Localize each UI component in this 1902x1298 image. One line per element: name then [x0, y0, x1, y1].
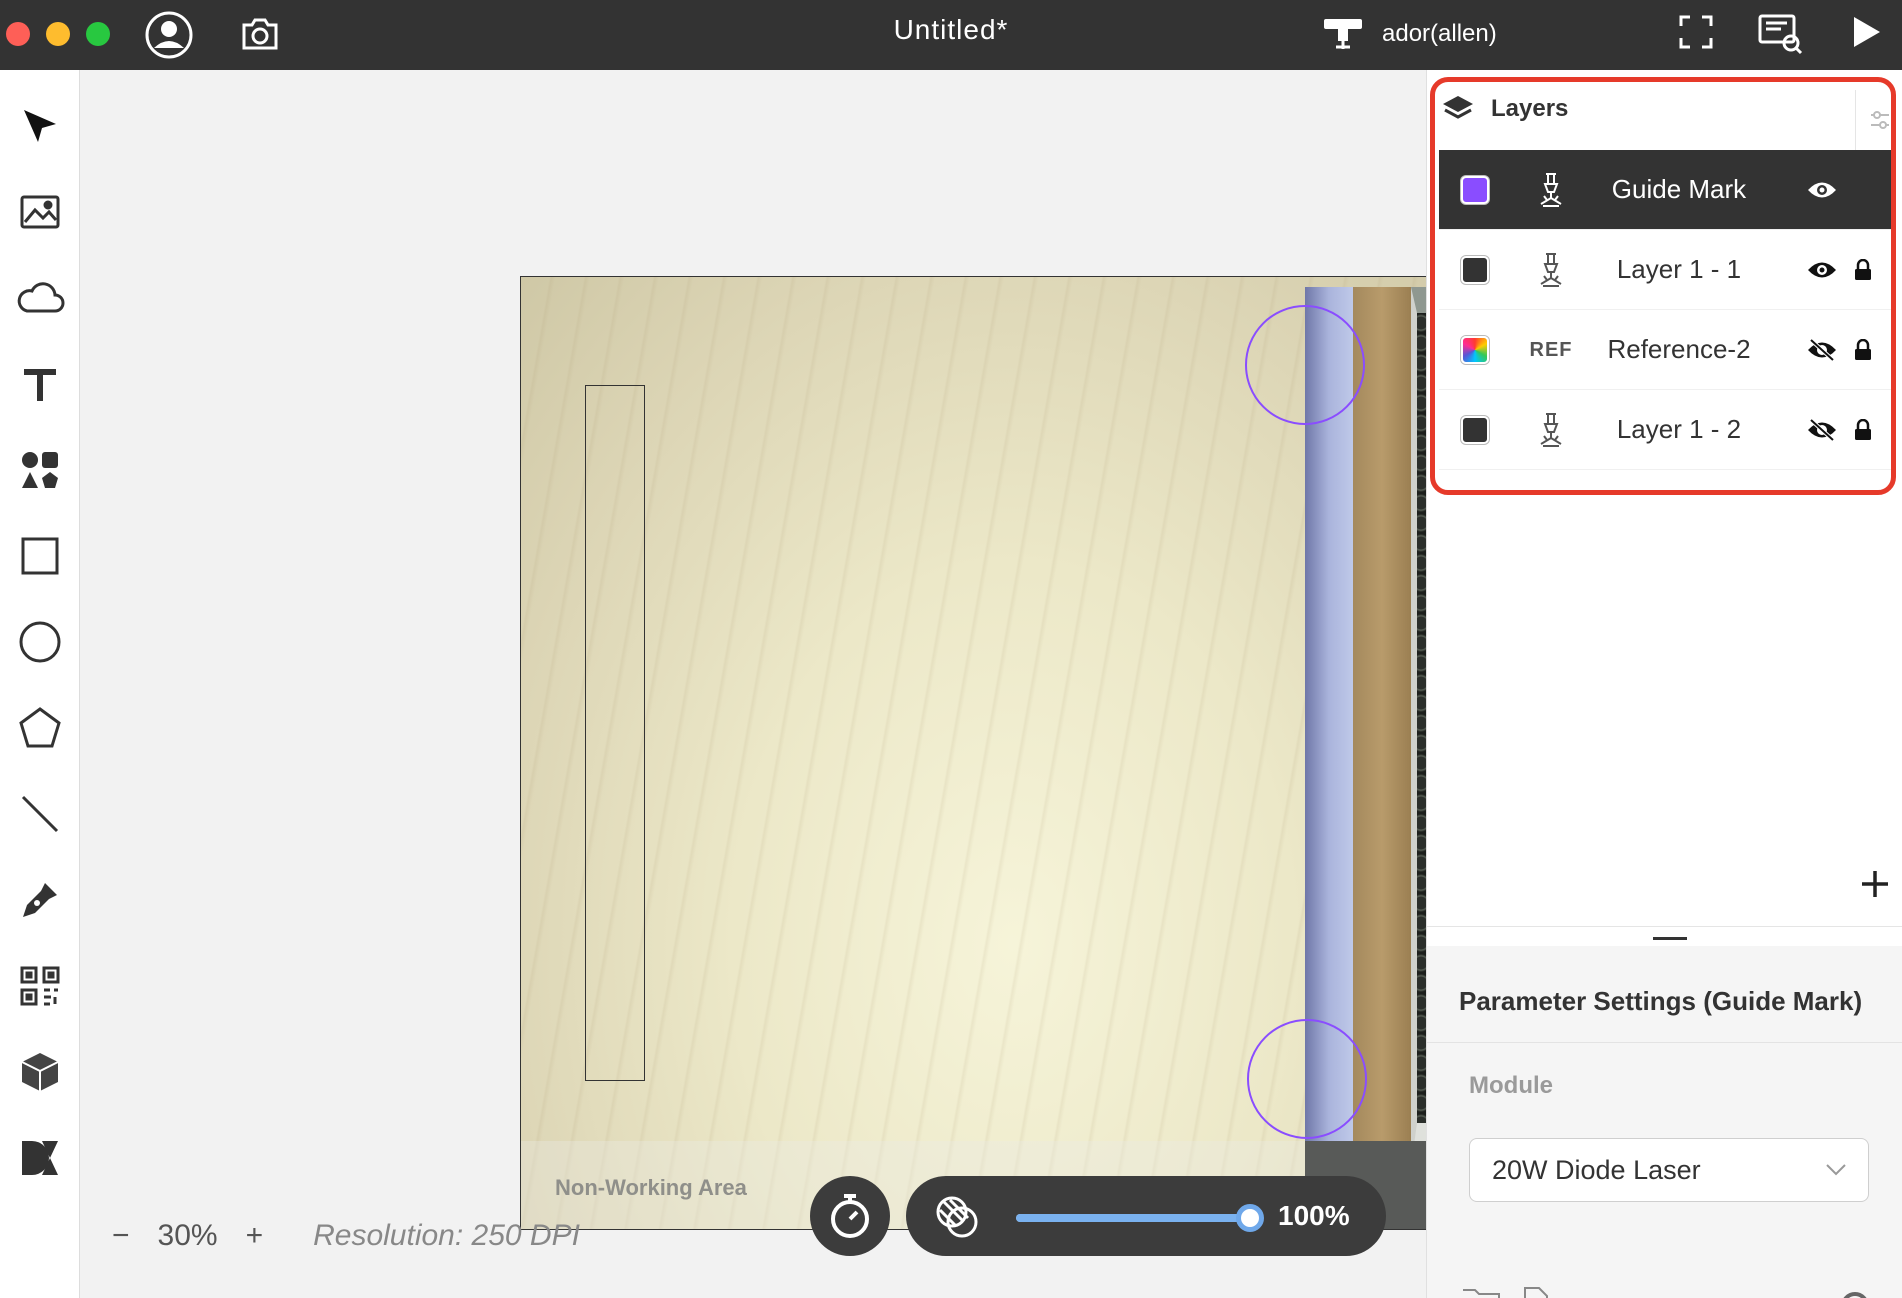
guide-mark-circle-top[interactable] [1245, 305, 1365, 425]
text-tool-icon[interactable] [0, 348, 80, 420]
lock-icon[interactable] [1851, 414, 1875, 446]
eye-off-icon[interactable] [1805, 334, 1839, 366]
add-layer-plus-icon[interactable] [1857, 866, 1893, 902]
qr-code-icon[interactable] [0, 950, 80, 1022]
layer-row[interactable]: Layer 1 - 2 [1439, 390, 1891, 470]
laser-head-icon [1531, 170, 1571, 210]
lock-icon[interactable] [1851, 334, 1875, 366]
camera-preview-workarea[interactable]: Non-Working Area [520, 276, 1506, 1230]
file-icon[interactable] [1521, 1286, 1551, 1298]
canvas-area[interactable]: Non-Working Area [80, 70, 1506, 1298]
camera-icon[interactable] [238, 14, 282, 54]
rectangle-shape[interactable] [585, 385, 645, 1081]
start-job-play-icon[interactable] [1846, 12, 1886, 52]
layer-name[interactable]: Layer 1 - 2 [1579, 414, 1779, 445]
parameter-settings-title: Parameter Settings (Guide Mark) [1459, 986, 1863, 1016]
eye-icon[interactable] [1805, 174, 1839, 206]
zoom-level: 30% [157, 1219, 218, 1252]
minimize-window-button[interactable] [46, 22, 70, 46]
module-selected-value: 20W Diode Laser [1492, 1154, 1701, 1185]
document-title: Untitled* [893, 14, 1009, 45]
non-working-area-label: Non-Working Area [555, 1175, 747, 1200]
device-name: ador(allen) [1382, 20, 1497, 47]
layer-row[interactable]: Guide Mark [1439, 150, 1891, 230]
element-shapes-icon[interactable] [0, 434, 80, 506]
opacity-slider-handle[interactable] [1236, 1204, 1264, 1232]
panel-splitter[interactable] [1427, 926, 1902, 946]
opacity-slider-fill [1016, 1214, 1250, 1222]
laser-head-icon [1531, 250, 1571, 290]
preview-search-icon[interactable] [1756, 10, 1804, 58]
layer-row[interactable]: Layer 1 - 1 [1439, 230, 1891, 310]
layers-title: Layers [1491, 95, 1569, 122]
rectangle-tool-icon[interactable] [0, 520, 80, 592]
cloud-import-icon[interactable] [0, 262, 80, 334]
dxf-import-icon[interactable] [0, 1122, 80, 1194]
parameter-settings-section: Parameter Settings (Guide Mark) Module 2… [1427, 946, 1902, 1298]
lock-icon[interactable] [1851, 254, 1875, 286]
layer-name[interactable]: Reference-2 [1579, 334, 1779, 365]
eye-icon[interactable] [1805, 254, 1839, 286]
eye-off-icon[interactable] [1805, 414, 1839, 446]
layer-row[interactable]: REF Reference-2 [1439, 310, 1891, 390]
zoom-controls: − 30% + Resolution: 250 DPI [112, 1214, 580, 1258]
layer-color-swatch[interactable] [1461, 416, 1489, 444]
layer-list: Guide Mark Layer 1 - 1 REF Reference-2 Layer… [1439, 150, 1891, 470]
cardboard-strip [1353, 287, 1411, 1167]
left-toolbar [0, 70, 80, 1298]
splitter-handle[interactable] [1653, 937, 1687, 940]
path-preview-timer-button[interactable] [810, 1176, 890, 1256]
line-tool-icon[interactable] [0, 778, 80, 850]
polygon-tool-icon[interactable] [0, 692, 80, 764]
zoom-window-button[interactable] [86, 22, 110, 46]
sliders-icon [1870, 111, 1889, 129]
camera-opacity-control: 100% [906, 1176, 1386, 1256]
folder-icon[interactable] [1461, 1286, 1501, 1298]
close-window-button[interactable] [6, 22, 30, 46]
opacity-slider[interactable] [1016, 1204, 1264, 1232]
resolution-label: Resolution: 250 DPI [313, 1219, 580, 1252]
right-panel: Layers Guide Mark Layer 1 - 1 REF Reference… [1426, 70, 1902, 1298]
opacity-icon [936, 1196, 978, 1238]
layer-module-label: REF [1529, 338, 1573, 361]
laser-machine-icon [1324, 19, 1362, 49]
user-account-icon[interactable] [142, 8, 196, 62]
guide-mark-circle-bottom[interactable] [1247, 1019, 1367, 1139]
gear-icon[interactable] [1835, 1286, 1875, 1298]
module-label: Module [1469, 1072, 1553, 1099]
opacity-value: 100% [1278, 1200, 1350, 1231]
ellipse-tool-icon[interactable] [0, 606, 80, 678]
layer-name[interactable]: Guide Mark [1579, 174, 1779, 205]
layers-panel-header: Layers [1441, 88, 1568, 130]
layer-color-swatch[interactable] [1461, 256, 1489, 284]
device-selector[interactable]: ador(allen) [1322, 10, 1497, 58]
fit-to-screen-icon[interactable] [1676, 12, 1716, 52]
pen-tool-icon[interactable] [0, 864, 80, 936]
layer-name[interactable]: Layer 1 - 1 [1579, 254, 1779, 285]
chevron-down-icon [1826, 1164, 1846, 1176]
stopwatch-icon [831, 1194, 869, 1238]
layers-stack-icon [1443, 96, 1473, 119]
layer-color-swatch[interactable] [1461, 176, 1489, 204]
bottom-toolbar [1427, 1286, 1902, 1298]
zoom-out-button[interactable]: − [112, 1219, 130, 1253]
module-select[interactable]: 20W Diode Laser [1469, 1138, 1869, 1202]
title-bar: Untitled* ador(allen) [0, 0, 1902, 70]
laser-head-icon [1531, 410, 1571, 450]
select-tool-arrow-icon[interactable] [0, 90, 80, 162]
layer-color-swatch[interactable] [1461, 336, 1489, 364]
box-generator-cube-icon[interactable] [0, 1036, 80, 1108]
panel-toggle-button[interactable] [1855, 90, 1902, 150]
divider [1427, 1042, 1902, 1043]
zoom-in-button[interactable]: + [246, 1219, 264, 1253]
import-image-icon[interactable] [0, 176, 80, 248]
